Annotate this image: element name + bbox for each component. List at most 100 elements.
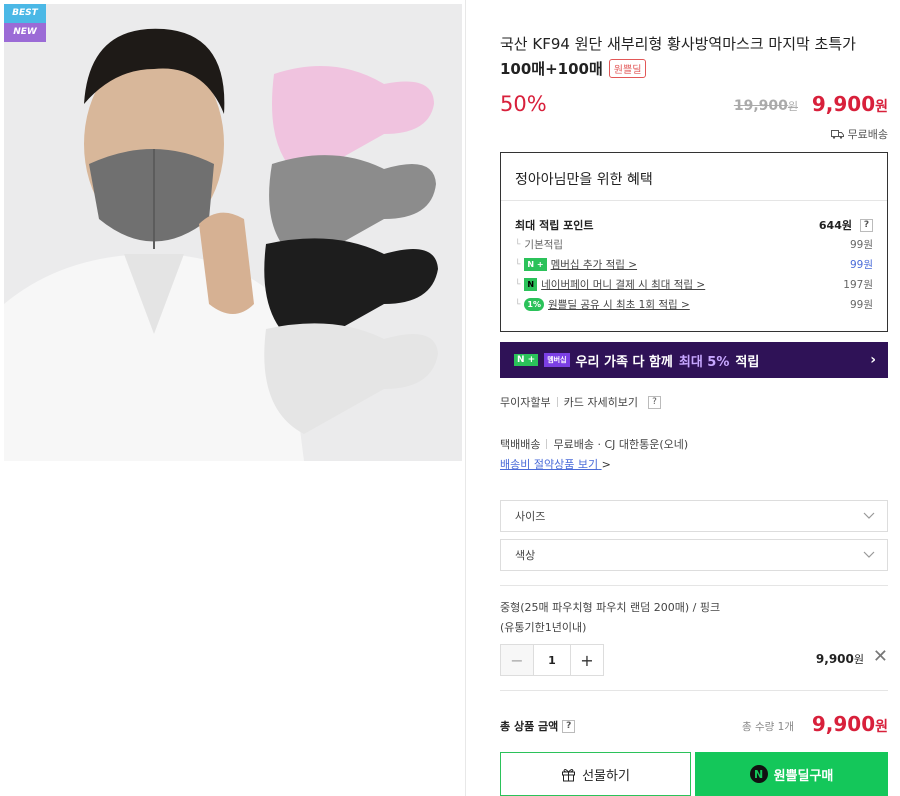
point-row-share-label-wrap: └ 1% 원쁠딜 공유 시 최초 1회 적립 >	[515, 297, 690, 312]
decrease-quantity-button[interactable]: −	[501, 645, 533, 675]
naver-n-icon: N	[749, 765, 768, 783]
option-price-unit: 원	[853, 653, 864, 666]
gift-button[interactable]: 선물하기	[500, 752, 691, 796]
truck-icon	[830, 130, 844, 139]
product-title: 국산 KF94 원단 새부리형 황사방역마스크 마지막 초특가	[500, 35, 856, 53]
mask-model-illustration	[4, 4, 462, 461]
quantity-stepper: − 1 +	[500, 644, 604, 676]
original-price-unit: 원	[787, 100, 798, 113]
color-select[interactable]: 색상	[500, 539, 888, 571]
total-price-unit: 원	[875, 719, 888, 735]
total-price: 9,900원	[812, 712, 888, 736]
max-points-row: 최대 적립 포인트 644원?	[515, 217, 873, 233]
product-image-area: BEST NEW	[0, 0, 466, 796]
point-row-naverpay-value: 197원	[843, 279, 873, 291]
point-row-naverpay-label-wrap: └ N 네이버페이 머니 결제 시 최대 적립 >	[515, 277, 705, 292]
product-photo[interactable]	[4, 4, 462, 461]
buy-button[interactable]: N 원쁠딜구매	[695, 752, 888, 796]
total-count: 총 수량 1개	[742, 721, 794, 733]
size-select[interactable]: 사이즈	[500, 500, 888, 532]
gift-button-label: 선물하기	[582, 768, 630, 784]
tree-branch-icon: └	[515, 299, 521, 310]
point-row-basic-label-wrap: └ 기본적립	[515, 237, 563, 252]
new-badge: NEW	[4, 23, 46, 42]
delivery-row: 택배배송 무료배송 · CJ 대한통운(오네)	[500, 436, 688, 452]
share-percent-icon: 1%	[524, 298, 545, 311]
banner-text: 우리 가족 다 함께	[575, 354, 673, 370]
total-price-value: 9,900	[811, 712, 876, 736]
chevron-right-icon: >	[601, 458, 611, 471]
max-points-label: 최대 적립 포인트	[515, 219, 594, 232]
naverpay-icon: N	[524, 278, 538, 291]
sale-price-unit: 원	[875, 99, 888, 115]
color-select-label: 색상	[515, 549, 536, 562]
save-shipping-link[interactable]: 배송비 절약상품 보기 >	[500, 456, 611, 472]
point-row-share-value: 99원	[849, 299, 873, 311]
total-label: 총 상품 금액 ?	[500, 718, 576, 734]
help-icon[interactable]: ?	[647, 395, 661, 409]
point-row-basic-label: 기본적립	[524, 239, 564, 251]
save-shipping-link-text[interactable]: 배송비 절약상품 보기	[500, 458, 598, 471]
point-row-membership-value: 99원	[849, 259, 873, 271]
banner-text-end: 적립	[735, 354, 760, 370]
option-price-value: 9,900	[815, 652, 854, 666]
buy-button-label: 원쁠딜구매	[773, 768, 834, 784]
membership-badge: 멤버십	[544, 353, 570, 367]
installment-row: 무이자할부 카드 자세히보기 ?	[500, 394, 661, 410]
help-icon[interactable]: ?	[860, 218, 873, 232]
divider	[500, 690, 888, 691]
gift-icon	[562, 768, 576, 781]
product-title-line2: 100매+100매 원쁠딜	[500, 58, 647, 79]
tree-branch-icon: └	[515, 259, 521, 270]
divider	[500, 585, 888, 586]
option-price: 9,900원	[816, 651, 864, 667]
increase-quantity-button[interactable]: +	[571, 645, 603, 675]
tree-branch-icon: └	[515, 279, 521, 290]
delivery-detail: 무료배송 · CJ 대한통운(오네)	[553, 438, 689, 451]
chevron-right-icon: ›	[870, 352, 876, 368]
point-row-basic-value: 99원	[849, 239, 873, 251]
installment-label: 무이자할부	[500, 396, 551, 409]
selected-option-description: 중형(25매 파우치형 파우치 랜덤 200매) / 핑크 (유통기한1년이내)	[500, 598, 800, 638]
delivery-label: 택배배송	[500, 438, 541, 451]
tree-branch-icon: └	[515, 239, 521, 250]
sale-price-value: 9,900	[811, 92, 876, 116]
size-select-label: 사이즈	[515, 510, 546, 523]
benefit-box: 정아아님만을 위한 혜택 최대 적립 포인트 644원? └ 기본적립 99원 └…	[500, 152, 888, 332]
max-points-value: 644원	[818, 219, 852, 232]
point-row-membership[interactable]: └ N + 멤버십 추가 적립 > 99원	[515, 257, 873, 272]
chevron-down-icon	[863, 551, 875, 558]
product-title-quantity: 100매+100매	[500, 60, 603, 78]
total-label-text: 총 상품 금액	[500, 720, 559, 733]
card-detail-link[interactable]: 카드 자세히보기	[564, 394, 638, 410]
max-points-value-wrap: 644원?	[819, 217, 873, 233]
free-shipping-text: 무료배송	[847, 128, 888, 141]
discount-rate: 50%	[500, 92, 547, 116]
original-price-value: 19,900	[733, 98, 788, 114]
naver-plus-icon: N +	[524, 258, 547, 271]
selected-option-line1: 중형(25매 파우치형 파우치 랜덤 200매) / 핑크	[500, 601, 721, 614]
original-price: 19,900원	[734, 98, 798, 114]
help-icon[interactable]: ?	[562, 719, 576, 733]
quantity-value[interactable]: 1	[533, 645, 571, 675]
chevron-down-icon	[863, 512, 875, 519]
benefit-title: 정아아님만을 위한 혜택	[501, 153, 887, 201]
best-badge: BEST	[4, 4, 46, 23]
selected-option-line2: (유통기한1년이내)	[500, 621, 587, 634]
sale-price: 9,900원	[812, 92, 888, 116]
membership-point-link[interactable]: 멤버십 추가 적립 >	[551, 257, 637, 272]
remove-option-button[interactable]: ✕	[873, 646, 888, 667]
divider	[546, 439, 548, 449]
share-point-link[interactable]: 원쁠딜 공유 시 최초 1회 적립 >	[548, 297, 690, 312]
wonppl-tag: 원쁠딜	[608, 59, 647, 78]
free-shipping-label: 무료배송	[830, 126, 888, 142]
point-row-membership-label-wrap: └ N + 멤버십 추가 적립 >	[515, 257, 637, 272]
naverpay-point-link[interactable]: 네이버페이 머니 결제 시 최대 적립 >	[541, 277, 705, 292]
point-row-basic: └ 기본적립 99원	[515, 237, 873, 252]
divider	[556, 397, 558, 407]
point-row-share[interactable]: └ 1% 원쁠딜 공유 시 최초 1회 적립 > 99원	[515, 297, 873, 312]
point-row-naverpay[interactable]: └ N 네이버페이 머니 결제 시 최대 적립 > 197원	[515, 277, 873, 292]
naver-plus-badge: N +	[514, 354, 539, 366]
banner-highlight: 최대 5%	[678, 354, 730, 370]
membership-banner[interactable]: N + 멤버십 우리 가족 다 함께 최대 5% 적립 ›	[500, 342, 888, 378]
